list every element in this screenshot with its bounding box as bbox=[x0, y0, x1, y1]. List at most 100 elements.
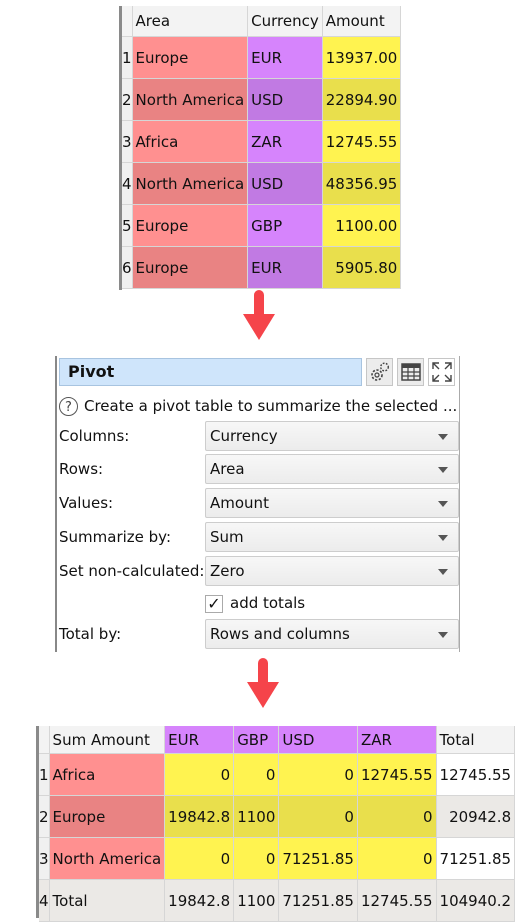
chevron-down-icon bbox=[438, 535, 448, 541]
cell-currency[interactable]: EUR bbox=[247, 246, 323, 289]
values-dropdown[interactable]: Amount bbox=[205, 488, 459, 518]
column-header-usd[interactable]: USD bbox=[278, 726, 358, 754]
column-header-total[interactable]: Total bbox=[436, 726, 516, 754]
row-index[interactable]: 6 bbox=[122, 246, 133, 289]
rows-label: Rows: bbox=[59, 460, 104, 478]
cell-currency[interactable]: USD bbox=[247, 78, 323, 121]
rows-field: Rows: Area bbox=[59, 454, 459, 484]
column-header-eur[interactable]: EUR bbox=[164, 726, 235, 754]
cell-area[interactable]: Europe bbox=[132, 36, 249, 79]
row-index[interactable]: 1 bbox=[39, 753, 50, 796]
row-index[interactable]: 2 bbox=[39, 795, 50, 838]
summarize-by-field: Summarize by: Sum bbox=[59, 522, 459, 552]
table-icon bbox=[400, 363, 421, 381]
values-label: Values: bbox=[59, 494, 114, 512]
chevron-down-icon bbox=[438, 434, 448, 440]
table-row: 3 Africa ZAR 12745.55 bbox=[122, 120, 402, 163]
column-header-area[interactable]: Area bbox=[132, 6, 249, 37]
total-by-dropdown[interactable]: Rows and columns bbox=[205, 619, 459, 649]
row-index[interactable]: 4 bbox=[39, 879, 50, 922]
column-header-currency[interactable]: Currency bbox=[247, 6, 323, 37]
corner-cell[interactable] bbox=[39, 726, 50, 754]
cell-zar[interactable]: 0 bbox=[357, 837, 437, 880]
cell-amount[interactable]: 5905.80 bbox=[322, 246, 402, 289]
down-arrow-icon bbox=[243, 290, 275, 340]
row-index[interactable]: 4 bbox=[122, 162, 133, 205]
table-row: 2 North America USD 22894.90 bbox=[122, 78, 402, 121]
non-calculated-label: Set non-calculated: bbox=[59, 562, 205, 580]
total-by-label: Total by: bbox=[59, 625, 122, 643]
cell-eur[interactable]: 0 bbox=[164, 753, 235, 796]
cell-eur[interactable]: 0 bbox=[164, 837, 235, 880]
help-icon[interactable]: ? bbox=[59, 397, 78, 416]
cell-area[interactable]: Total bbox=[49, 879, 166, 922]
table-row: 2 Europe 19842.8 1100 0 0 20942.8 bbox=[39, 795, 516, 838]
cell-total[interactable]: 71251.85 bbox=[436, 837, 516, 880]
row-index[interactable]: 3 bbox=[39, 837, 50, 880]
column-header-gbp[interactable]: GBP bbox=[233, 726, 280, 754]
corner-cell[interactable] bbox=[122, 6, 133, 37]
cell-currency[interactable]: USD bbox=[247, 162, 323, 205]
cell-area[interactable]: Europe bbox=[132, 246, 249, 289]
cell-gbp[interactable]: 1100 bbox=[233, 795, 280, 838]
row-index[interactable]: 5 bbox=[122, 204, 133, 247]
cell-gbp[interactable]: 0 bbox=[233, 837, 280, 880]
table-row: 5 Europe GBP 1100.00 bbox=[122, 204, 402, 247]
rows-value: Area bbox=[210, 460, 245, 478]
cell-total[interactable]: 12745.55 bbox=[436, 753, 516, 796]
cell-zar[interactable]: 12745.55 bbox=[357, 879, 437, 922]
rows-dropdown[interactable]: Area bbox=[205, 454, 459, 484]
cell-amount[interactable]: 22894.90 bbox=[322, 78, 402, 121]
summarize-by-label: Summarize by: bbox=[59, 528, 172, 546]
cell-area[interactable]: Europe bbox=[49, 795, 166, 838]
column-header-sum-amount[interactable]: Sum Amount bbox=[49, 726, 166, 754]
cell-amount[interactable]: 1100.00 bbox=[322, 204, 402, 247]
cell-usd[interactable]: 0 bbox=[278, 795, 358, 838]
down-arrow-icon bbox=[247, 658, 279, 708]
table-row: 4 North America USD 48356.95 bbox=[122, 162, 402, 205]
non-calculated-value: Zero bbox=[210, 562, 245, 580]
summarize-by-dropdown[interactable]: Sum bbox=[205, 522, 459, 552]
cell-area[interactable]: Europe bbox=[132, 204, 249, 247]
cell-zar[interactable]: 0 bbox=[357, 795, 437, 838]
checkmark-icon[interactable]: ✓ bbox=[205, 594, 223, 613]
cell-usd[interactable]: 71251.85 bbox=[278, 837, 358, 880]
cell-zar[interactable]: 12745.55 bbox=[357, 753, 437, 796]
row-index[interactable]: 3 bbox=[122, 120, 133, 163]
cell-currency[interactable]: GBP bbox=[247, 204, 323, 247]
cell-total[interactable]: 20942.8 bbox=[436, 795, 516, 838]
cell-amount[interactable]: 12745.55 bbox=[322, 120, 402, 163]
row-index[interactable]: 2 bbox=[122, 78, 133, 121]
cell-area[interactable]: North America bbox=[49, 837, 166, 880]
cell-amount[interactable]: 13937.00 bbox=[322, 36, 402, 79]
cell-usd[interactable]: 0 bbox=[278, 753, 358, 796]
cell-currency[interactable]: ZAR bbox=[247, 120, 323, 163]
cell-amount[interactable]: 48356.95 bbox=[322, 162, 402, 205]
cell-area[interactable]: North America bbox=[132, 78, 249, 121]
add-totals-checkbox[interactable]: ✓ add totals bbox=[205, 591, 305, 615]
non-calculated-dropdown[interactable]: Zero bbox=[205, 556, 459, 586]
maximize-button[interactable] bbox=[428, 358, 455, 386]
add-totals-label: add totals bbox=[230, 594, 306, 612]
table-view-button[interactable] bbox=[397, 358, 424, 386]
cell-eur[interactable]: 19842.8 bbox=[164, 879, 235, 922]
add-totals-row: ✓ add totals bbox=[59, 591, 459, 615]
column-header-amount[interactable]: Amount bbox=[322, 6, 402, 37]
cell-eur[interactable]: 19842.8 bbox=[164, 795, 235, 838]
values-field: Values: Amount bbox=[59, 488, 459, 518]
row-index[interactable]: 1 bbox=[122, 36, 133, 79]
panel-title: Pivot bbox=[59, 358, 362, 386]
cell-currency[interactable]: EUR bbox=[247, 36, 323, 79]
totals-row: 4 Total 19842.8 1100 71251.85 12745.55 1… bbox=[39, 879, 516, 922]
columns-dropdown[interactable]: Currency bbox=[205, 421, 459, 451]
total-by-field: Total by: Rows and columns bbox=[59, 619, 459, 649]
cell-usd[interactable]: 71251.85 bbox=[278, 879, 358, 922]
settings-button[interactable] bbox=[366, 358, 393, 386]
cell-gbp[interactable]: 0 bbox=[233, 753, 280, 796]
cell-area[interactable]: Africa bbox=[49, 753, 166, 796]
column-header-zar[interactable]: ZAR bbox=[357, 726, 437, 754]
cell-area[interactable]: North America bbox=[132, 162, 249, 205]
cell-total[interactable]: 104940.2 bbox=[436, 879, 516, 922]
cell-gbp[interactable]: 1100 bbox=[233, 879, 280, 922]
cell-area[interactable]: Africa bbox=[132, 120, 249, 163]
